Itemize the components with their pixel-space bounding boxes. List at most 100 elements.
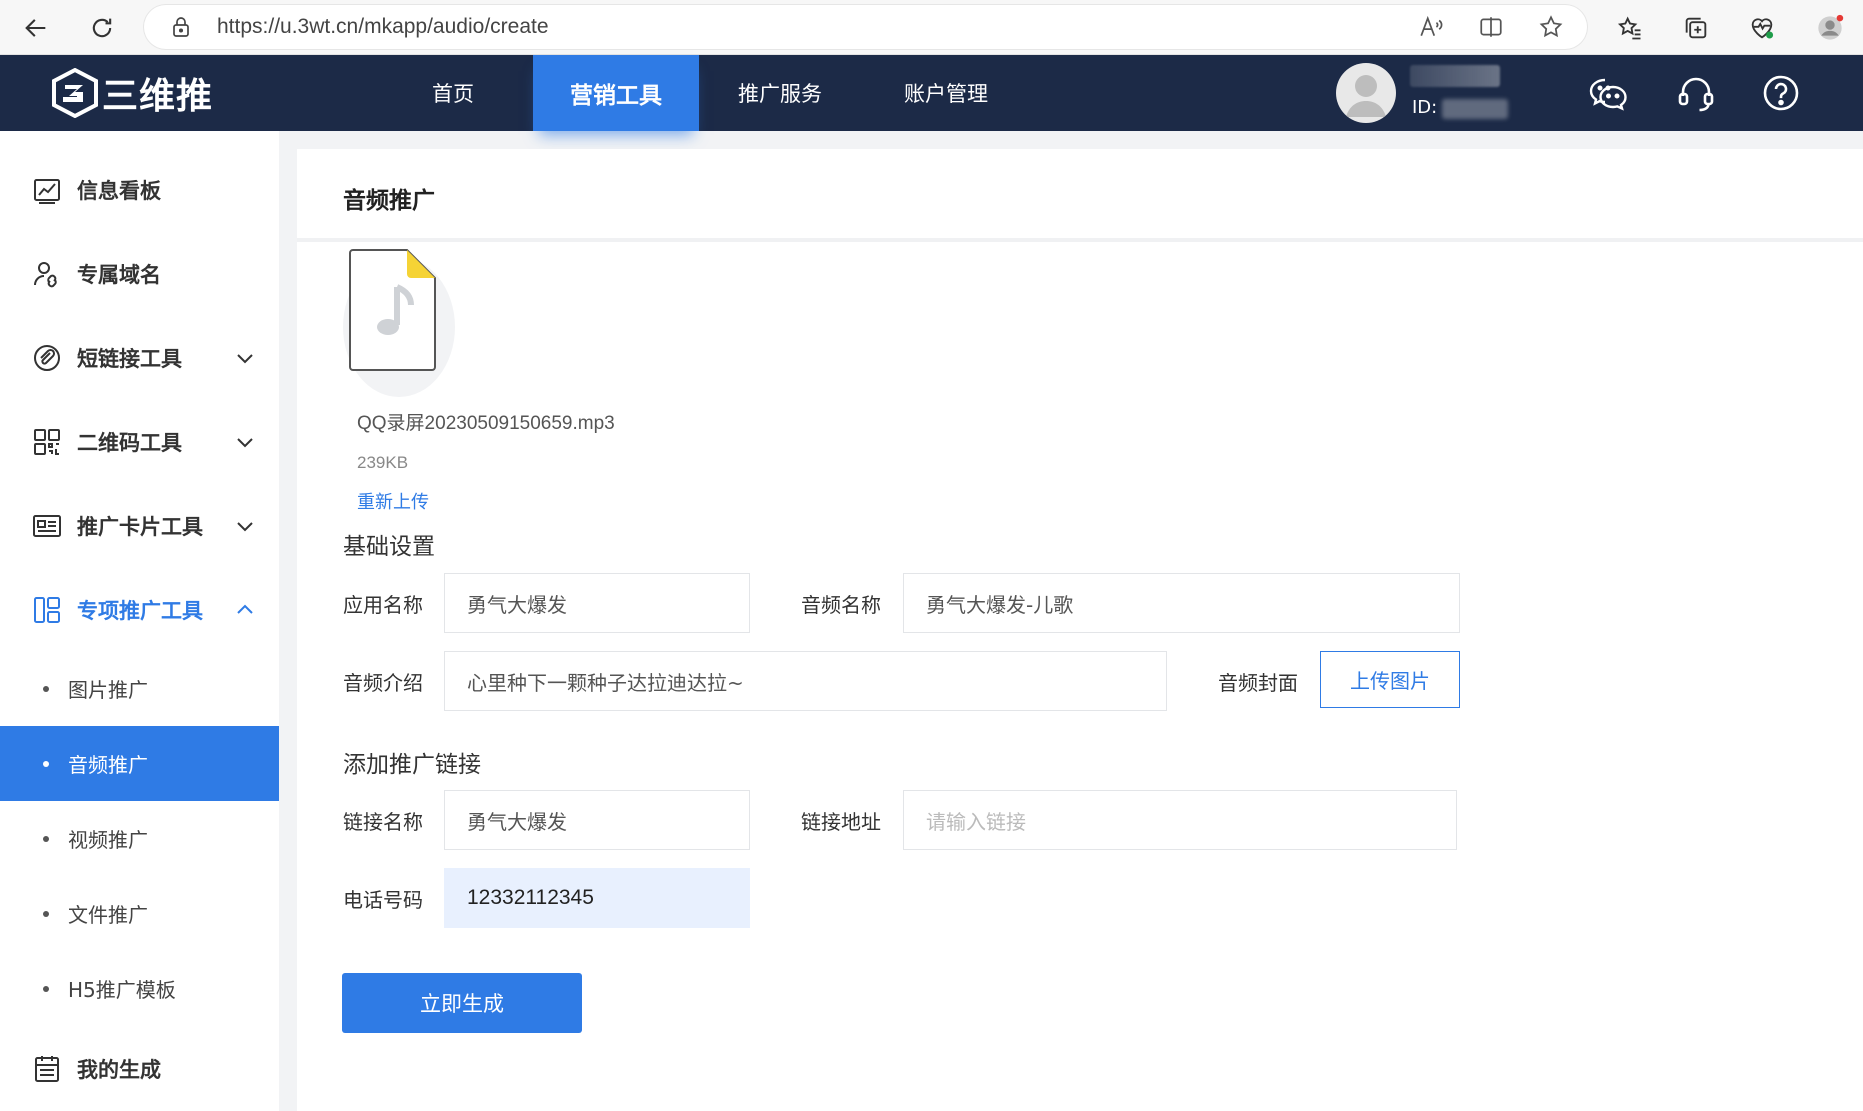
user-avatar-icon <box>1346 75 1386 117</box>
link-url-input[interactable]: 请输入链接 <box>903 790 1457 850</box>
back-button[interactable] <box>14 6 58 50</box>
audio-name-input[interactable]: 勇气大爆发-儿歌 <box>903 573 1460 633</box>
lock-icon <box>173 17 189 37</box>
file-size: 239KB <box>357 453 409 472</box>
audio-name-label: 音频名称 <box>801 593 881 617</box>
sidebar-item-label: 推广卡片工具 <box>77 515 203 539</box>
title-divider <box>297 238 1863 242</box>
sidebar-item-qrcode[interactable]: 二维码工具 <box>0 400 279 484</box>
link-url-placeholder: 请输入链接 <box>926 809 1026 834</box>
browser-toolbar: https://u.3wt.cn/mkapp/audio/create <box>0 0 1863 55</box>
upload-cover-button[interactable]: 上传图片 <box>1320 651 1460 708</box>
sidebar-item-card-tools[interactable]: 推广卡片工具 <box>0 484 279 568</box>
sidebar-item-special-promotion[interactable]: 专项推广工具 <box>0 568 279 652</box>
top-header: 三维推 首页 营销工具 推广服务 账户管理 ID: <box>0 55 1863 131</box>
audio-name-value: 勇气大爆发-儿歌 <box>926 592 1074 617</box>
profile-button[interactable] <box>1808 6 1852 50</box>
favorites-icon <box>1617 16 1641 40</box>
sidebar-subitem-h5-template[interactable]: H5推广模板 <box>0 951 279 1026</box>
layout-icon <box>34 597 60 623</box>
sidebar: 信息看板 专属域名 短链接工具 二维码工具 推广卡片工具 专项推广工具 图片推广… <box>0 131 279 1111</box>
address-bar[interactable]: https://u.3wt.cn/mkapp/audio/create <box>143 4 1588 50</box>
user-avatar[interactable] <box>1336 63 1396 123</box>
page-title: 音频推广 <box>343 188 435 214</box>
sidebar-item-dashboard[interactable]: 信息看板 <box>0 148 279 232</box>
chevron-up-icon <box>237 604 253 614</box>
chevron-down-icon <box>237 438 253 448</box>
sidebar-subitem-label: 文件推广 <box>68 903 148 927</box>
nav-home[interactable]: 首页 <box>394 55 512 131</box>
sidebar-subitem-label: 音频推广 <box>68 753 148 777</box>
audio-intro-input[interactable]: 心里种下一颗种子达拉迪达拉~ <box>444 651 1167 711</box>
link-name-label: 链接名称 <box>343 810 423 834</box>
app-name-label: 应用名称 <box>343 593 423 617</box>
bullet-dot <box>43 760 49 767</box>
phone-label: 电话号码 <box>343 888 423 912</box>
add-link-title: 添加推广链接 <box>343 752 481 778</box>
reload-icon <box>92 18 112 38</box>
chevron-down-icon <box>237 522 253 532</box>
audio-cover-label: 音频封面 <box>1218 671 1298 695</box>
main-panel: 音频推广 QQ录屏20230509150659.mp3 239KB 重新上传 基… <box>297 149 1863 1111</box>
logo[interactable]: 三维推 <box>52 67 213 119</box>
basic-settings-title: 基础设置 <box>343 534 435 560</box>
collections-button[interactable] <box>1674 6 1718 50</box>
wechat-icon[interactable] <box>1587 72 1629 114</box>
heart-pulse-icon <box>1751 18 1774 39</box>
chart-board-icon <box>34 179 60 204</box>
collections-icon <box>1685 17 1707 39</box>
split-screen-icon[interactable] <box>1478 14 1504 40</box>
browser-essentials-button[interactable] <box>1740 6 1784 50</box>
arrow-left-icon <box>25 19 46 37</box>
sidebar-item-short-link[interactable]: 短链接工具 <box>0 316 279 400</box>
sidebar-item-label: 信息看板 <box>77 179 161 203</box>
chevron-down-icon <box>237 354 253 364</box>
sidebar-subitem-file[interactable]: 文件推广 <box>0 876 279 951</box>
phone-input[interactable]: 12332112345 <box>444 868 750 928</box>
sidebar-subitem-label: 图片推广 <box>68 678 148 702</box>
audio-intro-label: 音频介绍 <box>343 671 423 695</box>
profile-icon <box>1818 14 1844 40</box>
list-document-icon <box>35 1056 59 1082</box>
nav-marketing-tools-label: 营销工具 <box>570 83 662 109</box>
sidebar-item-label: 二维码工具 <box>77 431 182 455</box>
sidebar-subitem-image[interactable]: 图片推广 <box>0 651 279 726</box>
nav-account-management-label: 账户管理 <box>904 82 988 106</box>
paperclip-icon <box>34 345 60 371</box>
audio-file-icon <box>343 249 455 397</box>
url-text: https://u.3wt.cn/mkapp/audio/create <box>217 15 549 38</box>
sidebar-item-label: 专项推广工具 <box>77 599 203 623</box>
phone-value: 12332112345 <box>467 886 594 909</box>
bullet-dot <box>43 835 49 842</box>
app-name-input[interactable]: 勇气大爆发 <box>444 573 750 633</box>
help-icon[interactable] <box>1760 72 1802 114</box>
reupload-link[interactable]: 重新上传 <box>357 488 429 514</box>
nav-marketing-tools[interactable]: 营销工具 <box>533 55 699 131</box>
nav-account-management[interactable]: 账户管理 <box>886 55 1006 131</box>
card-icon <box>33 515 61 537</box>
logo-text: 三维推 <box>102 76 214 117</box>
sidebar-item-domain[interactable]: 专属域名 <box>0 232 279 316</box>
generate-button[interactable]: 立即生成 <box>342 973 582 1033</box>
reload-button[interactable] <box>80 6 124 50</box>
user-id-redacted <box>1442 99 1508 119</box>
app-name-value: 勇气大爆发 <box>467 592 567 617</box>
qrcode-icon <box>34 429 60 455</box>
star-icon[interactable] <box>1538 14 1564 40</box>
read-aloud-icon[interactable] <box>1418 14 1444 40</box>
sidebar-subitem-video[interactable]: 视频推广 <box>0 801 279 876</box>
sidebar-subitem-audio[interactable]: 音频推广 <box>0 726 279 801</box>
bullet-dot <box>43 910 49 917</box>
bullet-dot <box>43 685 49 692</box>
user-id-label: ID: <box>1412 97 1438 118</box>
nav-promotion-service[interactable]: 推广服务 <box>720 55 840 131</box>
sidebar-item-label: 短链接工具 <box>77 347 182 371</box>
headset-icon[interactable] <box>1675 72 1717 114</box>
file-name: QQ录屏20230509150659.mp3 <box>357 413 615 434</box>
link-name-input[interactable]: 勇气大爆发 <box>444 790 750 850</box>
user-link-icon <box>34 262 57 288</box>
bullet-dot <box>43 985 49 992</box>
sidebar-item-label: 我的生成 <box>77 1058 161 1082</box>
sidebar-item-my-generated[interactable]: 我的生成 <box>0 1027 279 1111</box>
favorites-button[interactable] <box>1608 6 1652 50</box>
